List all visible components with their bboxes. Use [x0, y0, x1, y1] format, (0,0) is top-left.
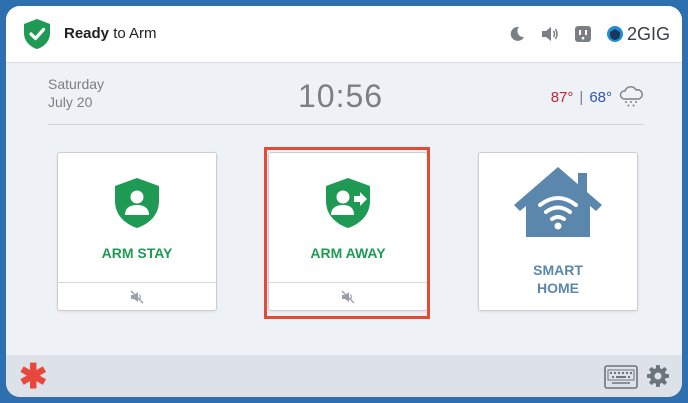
status-rest: to Arm — [109, 25, 157, 42]
keyboard-icon[interactable] — [604, 365, 638, 389]
smart-home-button[interactable]: SMART HOME — [478, 152, 638, 311]
arm-stay-footer[interactable] — [58, 282, 216, 310]
mute-icon — [130, 290, 144, 303]
status-bold: Ready — [64, 25, 110, 42]
weather[interactable]: 87° | 68° — [551, 86, 644, 108]
selection-highlight — [264, 147, 430, 319]
asterisk-icon[interactable]: ✱ — [19, 357, 48, 397]
outlet-icon[interactable] — [574, 25, 592, 43]
arm-stay-label: ARM STAY — [101, 245, 173, 261]
smart-home-icon — [514, 167, 602, 237]
date-day: Saturday — [48, 76, 105, 92]
brand-text: 2GIG — [626, 23, 670, 44]
clock: 10:56 — [298, 78, 384, 114]
smart-home-label-line2: HOME — [537, 280, 579, 296]
brand-logo-icon — [606, 26, 623, 42]
smart-home-label-line1: SMART — [533, 262, 583, 278]
temp-low: 68° — [589, 88, 612, 106]
date-month-day: July 20 — [48, 94, 93, 110]
temp-high: 87° — [550, 88, 574, 106]
shield-check-icon[interactable] — [22, 18, 52, 50]
gear-icon[interactable] — [646, 364, 670, 388]
arm-stay-button[interactable]: ARM STAY — [57, 152, 217, 311]
temp-separator: | — [579, 88, 584, 106]
bottom-bar: ✱ — [6, 355, 682, 397]
snow-cloud-icon — [619, 86, 643, 107]
panel-screen: Ready to Arm 2GIG Saturday July 20 10:56… — [6, 6, 682, 397]
brand-logo: 2GIG — [606, 24, 670, 45]
arm-status-text[interactable]: Ready to Arm — [64, 25, 157, 42]
arm-stay-shield-icon — [115, 178, 159, 228]
status-icons: 2GIG — [508, 18, 670, 50]
info-row: Saturday July 20 10:56 87° | 68° — [48, 70, 644, 125]
status-bar: Ready to Arm 2GIG — [6, 6, 682, 63]
speaker-icon[interactable] — [540, 25, 560, 43]
moon-icon[interactable] — [508, 25, 526, 43]
